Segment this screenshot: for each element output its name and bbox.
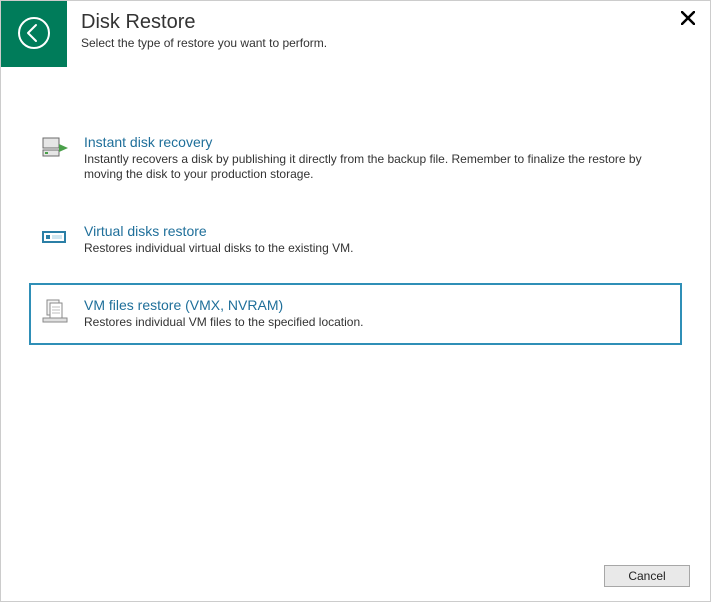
close-button[interactable] — [678, 9, 698, 29]
back-button[interactable] — [1, 1, 67, 67]
virtual-disks-icon — [40, 223, 70, 253]
close-icon — [681, 11, 695, 28]
option-virtual-disks-restore[interactable]: Virtual disks restore Restores individua… — [29, 210, 682, 269]
page-title: Disk Restore — [81, 11, 327, 34]
option-vm-files-restore[interactable]: VM files restore (VMX, NVRAM) Restores i… — [29, 283, 682, 344]
option-desc: Restores individual virtual disks to the… — [84, 241, 353, 257]
page-subtitle: Select the type of restore you want to p… — [81, 36, 327, 50]
option-title: Instant disk recovery — [84, 134, 644, 151]
option-instant-disk-recovery[interactable]: Instant disk recovery Instantly recovers… — [29, 121, 682, 196]
vm-files-icon — [40, 297, 70, 327]
option-desc: Restores individual VM files to the spec… — [84, 315, 363, 331]
back-arrow-icon — [17, 16, 51, 53]
option-title: VM files restore (VMX, NVRAM) — [84, 297, 363, 314]
wizard-header: Disk Restore Select the type of restore … — [1, 1, 710, 67]
cancel-button[interactable]: Cancel — [604, 565, 690, 587]
restore-options-list: Instant disk recovery Instantly recovers… — [1, 67, 710, 345]
wizard-footer: Cancel — [604, 565, 690, 587]
disk-restore-window: Disk Restore Select the type of restore … — [0, 0, 711, 602]
option-desc: Instantly recovers a disk by publishing … — [84, 152, 644, 183]
disk-recovery-icon — [40, 134, 70, 164]
option-title: Virtual disks restore — [84, 223, 353, 240]
